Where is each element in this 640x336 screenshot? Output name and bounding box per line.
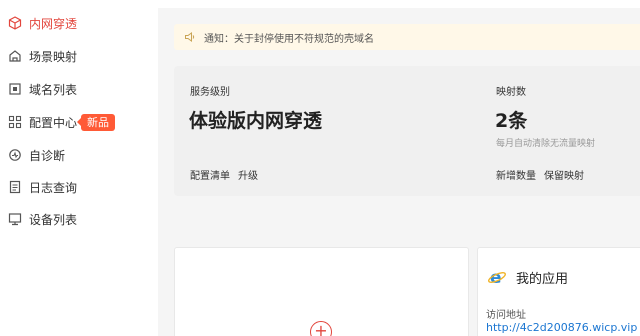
mapping-count-label: 映射数 [496, 87, 526, 98]
sidebar-item-label: 自诊断 [29, 148, 66, 163]
sidebar: 内网穿透 场景映射 域名列表 配置中心 新品 自诊断 日志查询 设备列表 [0, 0, 158, 336]
add-icon[interactable]: + [310, 321, 332, 336]
sidebar-item-label: 内网穿透 [29, 16, 78, 31]
top-bar [158, 0, 640, 8]
sidebar-item-label: 日志查询 [29, 180, 78, 195]
keep-mapping-link[interactable]: 保留映射 [544, 171, 584, 182]
scene-icon [8, 49, 22, 63]
notice-text: 通知：关于封停使用不符规范的壳域名 [204, 33, 374, 45]
sidebar-item-domain-list[interactable]: 域名列表 [0, 74, 158, 104]
sidebar-item-self-diagnosis[interactable]: 自诊断 [0, 140, 158, 170]
add-app-card[interactable]: + [174, 247, 469, 336]
grid-icon [8, 115, 22, 129]
ie-browser-icon: e [487, 267, 507, 288]
mapping-count-value: 2条 [495, 110, 528, 132]
sidebar-item-log-query[interactable]: 日志查询 [0, 172, 158, 202]
my-app-card[interactable]: e 我的应用 访问地址 http://4c2d200876.wicp.vip [477, 247, 640, 336]
sidebar-item-label: 域名列表 [29, 82, 78, 97]
add-quantity-link[interactable]: 新增数量 [496, 171, 536, 182]
cube-icon [8, 16, 22, 30]
service-level-value: 体验版内网穿透 [189, 110, 323, 132]
sidebar-item-config-center[interactable]: 配置中心 新品 [0, 107, 158, 137]
address-label: 访问地址 [486, 310, 526, 321]
service-card: 服务级别 体验版内网穿透 配置清单 升级 映射数 2条 每月自动清除无流量映射 新… [174, 66, 640, 196]
service-level-label: 服务级别 [190, 87, 230, 98]
sidebar-item-device-list[interactable]: 设备列表 [0, 204, 158, 234]
service-links: 配置清单 升级 [190, 167, 266, 182]
upgrade-link[interactable]: 升级 [238, 171, 258, 182]
config-list-link[interactable]: 配置清单 [190, 171, 230, 182]
sidebar-item-label: 配置中心 [29, 115, 78, 130]
speaker-icon [184, 31, 196, 43]
my-apps-title: 我的应用 [516, 272, 569, 287]
notice-bar[interactable]: 通知：关于封停使用不符规范的壳域名 [174, 24, 640, 50]
mapping-links: 新增数量 保留映射 [496, 167, 592, 182]
sidebar-item-label: 场景映射 [29, 49, 78, 64]
domain-list-icon [8, 82, 22, 96]
sidebar-item-scene-mapping[interactable]: 场景映射 [0, 41, 158, 71]
device-icon [8, 212, 22, 226]
sidebar-item-intranet-penetration[interactable]: 内网穿透 [0, 8, 158, 38]
sidebar-item-label: 设备列表 [29, 212, 78, 227]
log-icon [8, 180, 22, 194]
address-link[interactable]: http://4c2d200876.wicp.vip [486, 321, 637, 334]
mapping-hint: 每月自动清除无流量映射 [496, 139, 596, 149]
diagnose-icon [8, 148, 22, 162]
new-badge: 新品 [77, 113, 116, 131]
